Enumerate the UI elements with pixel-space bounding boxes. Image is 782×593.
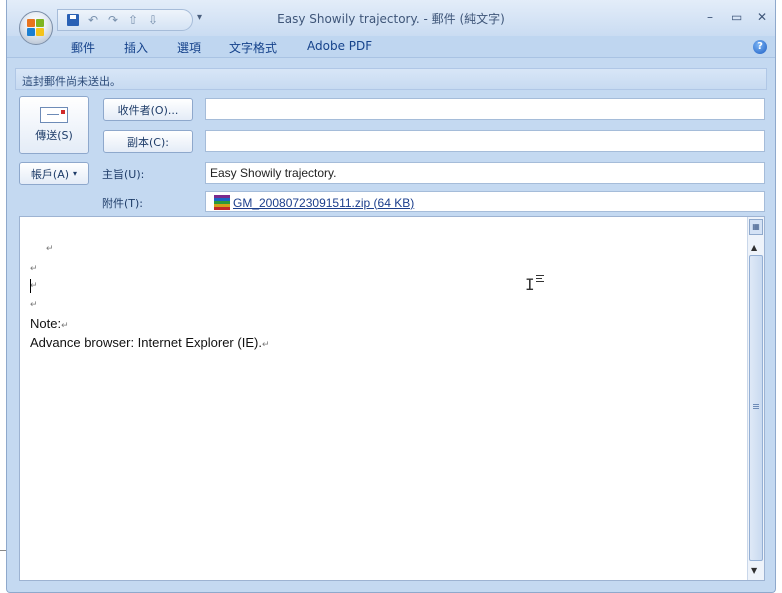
close-button[interactable]: ✕ bbox=[757, 10, 767, 24]
scroll-down-icon[interactable]: ▼ bbox=[751, 566, 757, 575]
title-bar: Easy Showily trajectory. - 郵件 (純文字) ↶ ↷ … bbox=[7, 0, 775, 36]
tab-insert[interactable]: 插入 bbox=[124, 39, 148, 56]
maximize-button[interactable]: ▭ bbox=[731, 10, 742, 24]
tab-adobe-pdf[interactable]: Adobe PDF bbox=[307, 39, 372, 53]
scroll-thumb[interactable] bbox=[749, 255, 763, 561]
office-button[interactable] bbox=[19, 11, 53, 45]
vertical-scrollbar[interactable]: ▦ ▲ ▼ bbox=[747, 217, 764, 580]
attachment-link[interactable]: GM_20080723091511.zip (64 KB) bbox=[233, 196, 414, 210]
minimize-button[interactable]: – bbox=[705, 10, 715, 24]
zip-archive-icon bbox=[214, 195, 230, 210]
chevron-down-icon: ▾ bbox=[73, 169, 78, 178]
subject-field[interactable]: Easy Showily trajectory. bbox=[205, 162, 765, 184]
attachment-label: 附件(T): bbox=[102, 197, 144, 210]
grip-icon bbox=[753, 404, 759, 410]
ruler-toggle-icon[interactable]: ▦ bbox=[749, 219, 763, 235]
send-button[interactable]: 傳送(S) bbox=[19, 96, 89, 154]
arrow-up-icon[interactable]: ⇧ bbox=[126, 13, 140, 27]
save-icon[interactable] bbox=[66, 13, 80, 27]
quick-access-toolbar: ↶ ↷ ⇧ ⇩ bbox=[57, 9, 193, 31]
account-button[interactable]: 帳戶(A) ▾ bbox=[19, 162, 89, 185]
info-bar: 這封郵件尚未送出。 bbox=[15, 68, 767, 90]
subject-label: 主旨(U): bbox=[102, 168, 145, 181]
paragraph-mark: ↵ bbox=[30, 299, 38, 309]
tab-format-text[interactable]: 文字格式 bbox=[229, 39, 277, 56]
customize-qat-dropdown-icon[interactable]: ▾ bbox=[197, 12, 202, 23]
text-align-icon bbox=[536, 275, 544, 284]
paragraph-mark: ↵ bbox=[46, 243, 54, 253]
send-button-label: 傳送(S) bbox=[35, 129, 73, 142]
undo-icon[interactable]: ↶ bbox=[86, 13, 100, 27]
cc-field[interactable] bbox=[205, 130, 765, 152]
tab-options[interactable]: 選項 bbox=[177, 39, 201, 56]
text-caret bbox=[30, 279, 31, 293]
cc-button[interactable]: 副本(C): bbox=[103, 130, 193, 153]
paragraph-mark: ↵ bbox=[30, 280, 38, 290]
message-window: Easy Showily trajectory. - 郵件 (純文字) ↶ ↷ … bbox=[6, 0, 776, 593]
window-controls: – ▭ ✕ bbox=[705, 10, 767, 24]
office-logo-icon bbox=[27, 19, 45, 37]
arrow-down-icon[interactable]: ⇩ bbox=[146, 13, 160, 27]
tab-message[interactable]: 郵件 bbox=[71, 39, 95, 56]
ribbon-tabs: 郵件 插入 選項 文字格式 Adobe PDF ? bbox=[7, 36, 775, 58]
message-body[interactable]: ↵ ↵ ↵ ↵ Note:↵ Advance browser: Internet… bbox=[19, 216, 765, 581]
scroll-up-icon[interactable]: ▲ bbox=[751, 243, 757, 252]
to-field[interactable] bbox=[205, 98, 765, 120]
paragraph-mark: ↵ bbox=[30, 263, 38, 273]
body-line-browser: Advance browser: Internet Explorer (IE).… bbox=[30, 335, 270, 350]
account-button-label: 帳戶(A) bbox=[30, 167, 70, 181]
help-icon[interactable]: ? bbox=[753, 40, 767, 54]
attachment-field: GM_20080723091511.zip (64 KB) bbox=[205, 191, 765, 212]
redo-icon[interactable]: ↷ bbox=[106, 13, 120, 27]
ibeam-cursor-icon: I bbox=[525, 275, 535, 294]
to-button[interactable]: 收件者(O)... bbox=[103, 98, 193, 121]
envelope-icon bbox=[40, 107, 68, 123]
body-line-note: Note:↵ bbox=[30, 316, 69, 331]
